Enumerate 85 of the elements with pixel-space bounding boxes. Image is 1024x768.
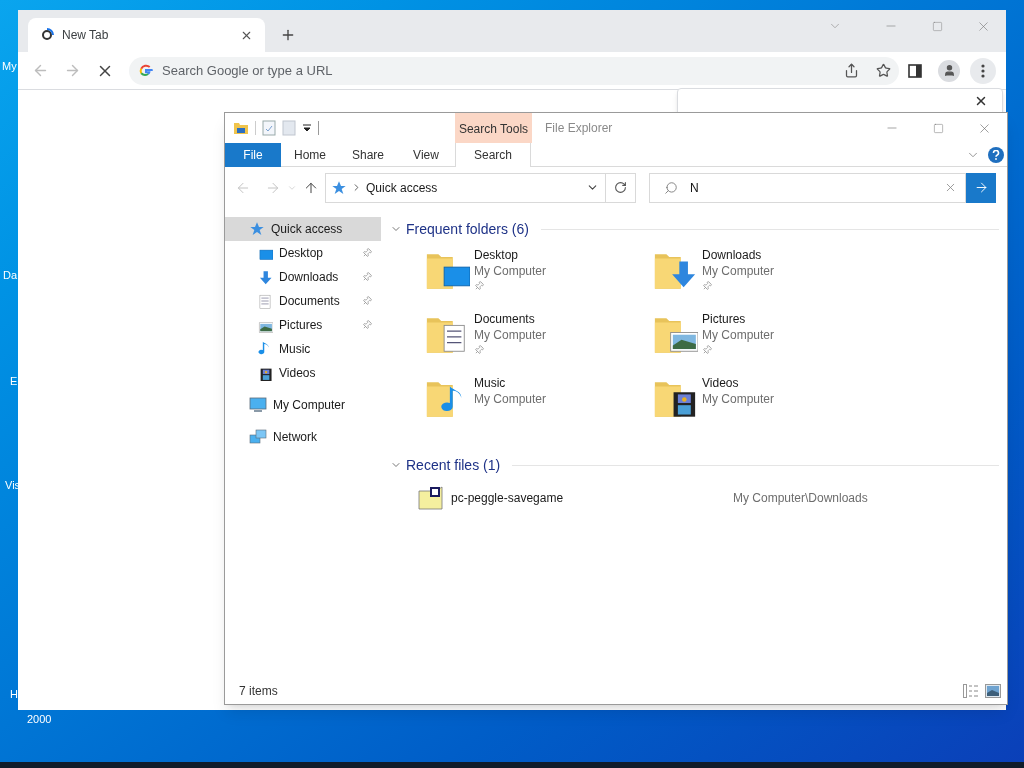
window-title: File Explorer: [545, 120, 613, 137]
nav-label: Network: [273, 429, 318, 446]
folder-name: Music: [474, 375, 507, 391]
nav-label: Desktop: [279, 245, 325, 262]
help-icon[interactable]: [988, 146, 1004, 163]
folder-location: My Computer: [474, 263, 547, 279]
folder-name: Documents: [474, 311, 536, 327]
network-icon: [249, 429, 267, 445]
ribbon-tab[interactable]: Search: [455, 142, 531, 167]
search-value: N: [690, 179, 700, 197]
close-popup-icon[interactable]: [974, 94, 988, 108]
new-tab-icon[interactable]: [280, 27, 296, 43]
folder-location: My Computer: [702, 327, 775, 343]
omnibox[interactable]: Search Google or type a URL: [129, 56, 899, 85]
folder-name: Downloads: [702, 247, 763, 263]
desktop-icon-label[interactable]: H: [10, 686, 18, 703]
tab-title: New Tab: [62, 27, 110, 44]
kebab-menu-icon: [981, 63, 985, 78]
folder-tile[interactable]: Music My Computer: [424, 375, 652, 439]
nav-item[interactable]: Quick access: [225, 217, 381, 241]
back-arrow-icon[interactable]: [32, 62, 49, 79]
arrow-right-icon: [973, 180, 989, 195]
loading-spinner-icon: [40, 28, 54, 42]
folder-tile[interactable]: Videos My Computer: [652, 375, 880, 439]
refresh-icon: [614, 181, 627, 194]
section-title[interactable]: Frequent folders (6): [406, 218, 529, 240]
nav-label: Music: [279, 341, 312, 358]
folder-name: Videos: [702, 375, 740, 391]
person-icon: [942, 64, 956, 77]
star-icon: [331, 179, 347, 196]
forward-arrow-icon[interactable]: [64, 62, 81, 79]
maximize-icon: [931, 20, 943, 32]
nav-label: Downloads: [279, 269, 340, 286]
address-path[interactable]: Quick access: [366, 178, 582, 197]
context-tab-group: Search Tools: [455, 113, 532, 143]
folder-location: My Computer: [702, 263, 775, 279]
ribbon-tab[interactable]: Share: [339, 142, 397, 167]
desktop-icon-label[interactable]: E: [10, 373, 18, 390]
omnibox-placeholder: Search Google or type a URL: [162, 61, 334, 80]
nav-label: Documents: [279, 293, 341, 310]
folder-icon[interactable]: [233, 120, 249, 136]
search-icon: [664, 180, 678, 195]
properties-icon[interactable]: [262, 120, 276, 136]
search-go-button[interactable]: [966, 172, 996, 203]
nav-label: Pictures: [279, 317, 324, 334]
clear-search-icon[interactable]: [944, 181, 957, 194]
nav-label: My Computer: [273, 397, 347, 414]
ribbon-tab[interactable]: Home: [281, 142, 339, 167]
ribbon-tab[interactable]: View: [397, 142, 455, 167]
folder-location: My Computer: [474, 391, 547, 407]
large-icons-view-icon[interactable]: [985, 684, 1001, 698]
folder-tile[interactable]: Desktop My Computer: [424, 247, 652, 311]
maximize-icon: [932, 122, 944, 134]
bookmark-star-icon[interactable]: [876, 63, 891, 78]
folder-name: Desktop: [474, 247, 520, 263]
file-icon: [418, 486, 444, 510]
monitor-icon: [249, 397, 267, 413]
side-panel-icon[interactable]: [908, 63, 922, 78]
folder-tile[interactable]: Documents My Computer: [424, 311, 652, 375]
file-row[interactable]: pc-peggle-savegame My Computer\Downloads: [418, 485, 999, 511]
browser-tab[interactable]: New Tab: [28, 18, 265, 52]
folder-tile[interactable]: Pictures My Computer: [652, 311, 880, 375]
details-view-icon[interactable]: [963, 684, 979, 698]
file-location: My Computer\Downloads: [733, 490, 868, 507]
folder-name: Pictures: [702, 311, 747, 327]
folder-tile[interactable]: Downloads My Computer: [652, 247, 880, 311]
google-g-icon: [139, 63, 153, 78]
search-field[interactable]: N: [649, 172, 966, 203]
nav-label: Quick access: [271, 221, 344, 238]
status-text: 7 items: [239, 683, 279, 700]
refresh-button[interactable]: [606, 172, 636, 203]
profile-avatar[interactable]: [938, 59, 960, 82]
file-name: pc-peggle-savegame: [451, 490, 565, 507]
desktop-icon-label[interactable]: 2000: [27, 711, 52, 728]
ribbon-tab[interactable]: File: [225, 142, 281, 167]
document-icon: [257, 293, 273, 309]
menu-button[interactable]: [970, 57, 996, 84]
address-bar[interactable]: Quick access: [325, 172, 606, 203]
nav-label: Videos: [279, 365, 317, 382]
customize-dropdown-icon[interactable]: [302, 123, 312, 133]
share-icon[interactable]: [844, 63, 859, 78]
section-title[interactable]: Recent files (1): [406, 454, 501, 476]
folder-location: My Computer: [702, 391, 775, 407]
folder-location: My Computer: [474, 327, 547, 343]
star-icon: [249, 221, 265, 237]
